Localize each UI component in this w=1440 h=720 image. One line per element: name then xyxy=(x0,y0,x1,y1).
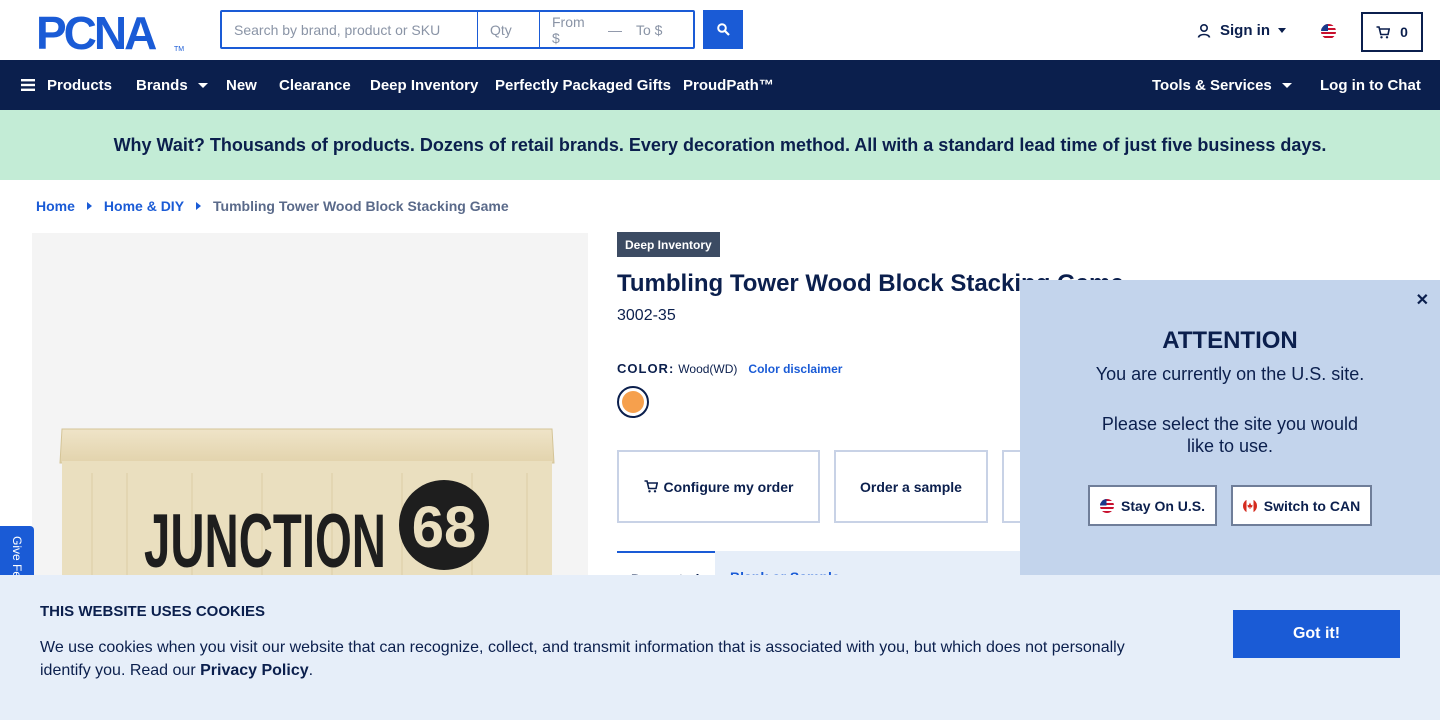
feedback-label: Give Feedback xyxy=(10,536,24,575)
deep-inventory-badge: Deep Inventory xyxy=(617,232,720,257)
color-disclaimer-link[interactable]: Color disclaimer xyxy=(748,362,842,376)
breadcrumb-category[interactable]: Home & DIY xyxy=(104,198,184,214)
chevron-down-icon xyxy=(197,82,208,88)
nav-products-label: Products xyxy=(47,76,113,94)
promo-text: Why Wait? Thousands of products. Dozens … xyxy=(113,134,1327,155)
nav-clearance-label: Clearance xyxy=(279,76,351,94)
nav-deep-inventory-label: Deep Inventory xyxy=(370,76,479,94)
nav-clearance[interactable]: Clearance xyxy=(279,60,351,110)
cart-count: 0 xyxy=(1400,24,1408,40)
order-tabs: Decorated Blank or Sample xyxy=(617,551,1020,575)
nav-new-label: New xyxy=(226,76,257,94)
color-value: Wood(WD) xyxy=(678,361,738,376)
stay-us-label: Stay On U.S. xyxy=(1120,497,1206,514)
cart-icon xyxy=(1376,25,1391,38)
switch-can-label: Switch to CAN xyxy=(1263,497,1361,514)
canada-flag-icon xyxy=(1242,498,1257,513)
color-label: COLOR: xyxy=(617,361,675,376)
nav-new[interactable]: New xyxy=(226,60,257,110)
chevron-down-icon xyxy=(1281,82,1292,88)
caret-right-icon xyxy=(86,202,92,210)
pcna-logo[interactable]: PCNA TM xyxy=(36,7,186,59)
qty-input[interactable]: Qty xyxy=(478,12,540,47)
nav-chat-label: Log in to Chat xyxy=(1320,76,1421,94)
color-row: COLOR: Wood(WD) Color disclaimer xyxy=(617,361,842,376)
cookie-end: . xyxy=(308,662,314,679)
us-flag-icon[interactable] xyxy=(1321,24,1336,39)
cart-button[interactable]: 0 xyxy=(1361,12,1423,52)
attention-message: You are currently on the U.S. site. xyxy=(1095,364,1365,384)
configure-order-button[interactable]: Configure my order xyxy=(617,450,820,523)
caret-right-icon xyxy=(196,202,202,210)
hamburger-icon xyxy=(21,79,35,91)
color-swatch-wood[interactable] xyxy=(617,386,649,418)
switch-can-button[interactable]: Switch to CAN xyxy=(1231,485,1372,526)
product-brand-badge: 68 xyxy=(412,495,477,560)
configure-order-label: Configure my order xyxy=(663,478,794,495)
product-sku: 3002-35 xyxy=(617,307,676,324)
search-form: Search by brand, product or SKU Qty From… xyxy=(220,10,695,49)
user-icon xyxy=(1197,23,1211,38)
svg-text:TM: TM xyxy=(174,46,184,52)
tab-decorated[interactable]: Decorated xyxy=(617,551,715,575)
cart-icon xyxy=(644,480,658,493)
chevron-down-icon xyxy=(1278,28,1286,33)
order-sample-label: Order a sample xyxy=(860,478,962,495)
breadcrumb-home[interactable]: Home xyxy=(36,198,75,214)
nav-proudpath[interactable]: ProudPath™ xyxy=(683,60,774,110)
nav-deep-inventory[interactable]: Deep Inventory xyxy=(370,60,478,110)
price-range-dash: — xyxy=(608,21,622,38)
swatch-fill xyxy=(622,391,644,413)
site-select-popup: ✕ ATTENTION You are currently on the U.S… xyxy=(1020,280,1440,575)
nav-brands-label: Brands xyxy=(136,76,188,94)
promo-banner[interactable]: Why Wait? Thousands of products. Dozens … xyxy=(0,110,1440,180)
svg-text:PCNA: PCNA xyxy=(36,12,156,52)
nav-tools-label: Tools & Services xyxy=(1152,76,1272,94)
breadcrumb-current: Tumbling Tower Wood Block Stacking Game xyxy=(213,198,509,214)
attention-prompt: Please select the site you would like to… xyxy=(1101,414,1359,456)
product-brand-text: JUNCTION xyxy=(144,499,386,584)
main-nav: Products Brands New Clearance Deep Inven… xyxy=(0,60,1440,110)
nav-products[interactable]: Products xyxy=(21,60,112,110)
price-to-input[interactable]: To $ xyxy=(624,12,690,47)
nav-gifts-label: Perfectly Packaged Gifts xyxy=(495,76,671,94)
nav-tools-services[interactable]: Tools & Services xyxy=(1152,60,1292,110)
us-flag-icon xyxy=(1099,498,1114,513)
close-icon[interactable]: ✕ xyxy=(1416,290,1429,310)
tab-blank-or-sample[interactable]: Blank or Sample xyxy=(730,551,840,575)
price-from-input[interactable]: From $ xyxy=(540,12,606,47)
search-icon xyxy=(716,23,730,36)
nav-chat-login[interactable]: Log in to Chat xyxy=(1320,60,1421,110)
site-header: PCNA TM Search by brand, product or SKU … xyxy=(0,0,1440,60)
breadcrumb: Home Home & DIY Tumbling Tower Wood Bloc… xyxy=(36,198,509,214)
accept-cookies-button[interactable]: Got it! xyxy=(1233,610,1400,658)
feedback-tab[interactable]: Give Feedback xyxy=(0,526,34,575)
cookie-banner: THIS WEBSITE USES COOKIES We use cookies… xyxy=(0,575,1440,720)
attention-title: ATTENTION xyxy=(1162,327,1298,354)
sign-in-menu[interactable]: Sign in xyxy=(1196,22,1286,39)
privacy-policy-link[interactable]: Privacy Policy xyxy=(200,662,309,679)
nav-proudpath-label: ProudPath™ xyxy=(683,76,774,94)
order-sample-button[interactable]: Order a sample xyxy=(834,450,988,523)
cookie-text: We use cookies when you visit our websit… xyxy=(40,636,1160,682)
cookie-title: THIS WEBSITE USES COOKIES xyxy=(40,603,266,620)
search-button[interactable] xyxy=(703,10,743,49)
nav-gifts[interactable]: Perfectly Packaged Gifts xyxy=(495,60,671,110)
search-input[interactable]: Search by brand, product or SKU xyxy=(222,12,478,47)
nav-brands[interactable]: Brands xyxy=(136,60,208,110)
sign-in-label: Sign in xyxy=(1220,22,1270,39)
stay-us-button[interactable]: Stay On U.S. xyxy=(1088,485,1217,526)
